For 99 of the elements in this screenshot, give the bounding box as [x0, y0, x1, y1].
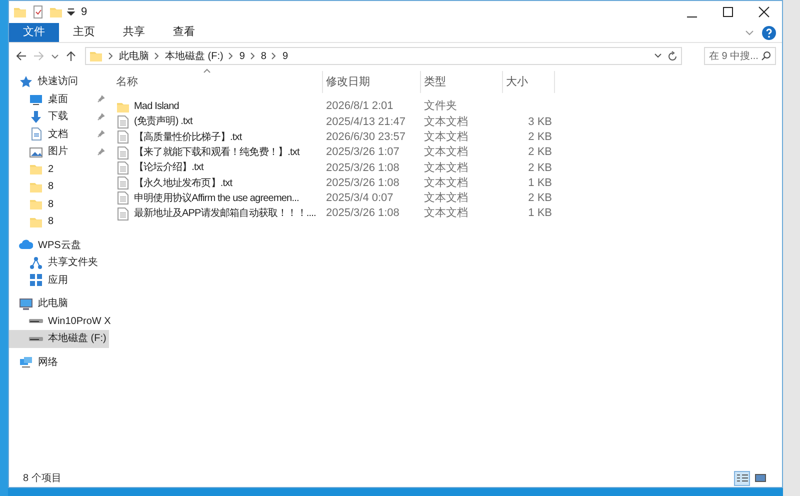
folder-icon	[29, 162, 43, 176]
up-arrow-icon[interactable]	[65, 50, 77, 62]
table-cell: 2026/8/1 2:01	[326, 100, 394, 112]
table-cell: 文本文档	[424, 116, 468, 128]
breadcrumb-item[interactable]: 此电脑	[119, 48, 149, 64]
ribbon-tab[interactable]: 共享	[109, 23, 159, 42]
chevron-right-icon[interactable]	[271, 52, 278, 60]
table-cell-text: 2 KB	[528, 160, 552, 176]
monitor-icon	[29, 92, 43, 106]
folder-icon	[29, 197, 43, 212]
clipboard-icon[interactable]	[31, 5, 45, 19]
nav-item[interactable]: 8	[9, 196, 109, 213]
details-view-button[interactable]	[734, 470, 750, 486]
close-button[interactable]	[758, 6, 770, 18]
nav-item[interactable]: 下载	[9, 108, 109, 126]
nav-item[interactable]: 文档	[9, 126, 109, 143]
column-header[interactable]: 名称	[113, 71, 323, 93]
file-menu-button[interactable]: 文件	[9, 23, 59, 42]
file-name[interactable]: (免责声明) .txt	[134, 114, 192, 130]
table-cell-text: 1 KB	[528, 176, 552, 191]
table-cell: 文件夹	[424, 100, 457, 112]
nav-item[interactable]: 8	[9, 178, 109, 196]
refresh-icon[interactable]	[667, 50, 678, 62]
chevron-right-icon[interactable]	[228, 52, 234, 60]
help-icon[interactable]	[762, 26, 776, 40]
table-cell: 2025/3/4 0:07	[326, 192, 394, 204]
search-field[interactable]: 在 9 中搜...	[704, 47, 776, 65]
computer-icon	[19, 296, 33, 311]
nav-item[interactable]: 图片	[9, 143, 109, 160]
text-file-icon	[116, 114, 130, 129]
nav-item[interactable]: 共享文件夹	[9, 254, 109, 272]
file-name[interactable]: 【论坛介绍】.txt	[134, 160, 204, 176]
text-file-icon	[116, 146, 130, 160]
ribbon-tab[interactable]: 查看	[159, 23, 209, 42]
column-header[interactable]: 修改日期	[323, 71, 421, 93]
window-title: 9	[81, 4, 88, 20]
chevron-down-icon[interactable]	[654, 52, 662, 60]
details-view-icon	[736, 474, 748, 482]
table-cell: 2025/4/13 21:47	[326, 116, 406, 128]
text-file-icon	[116, 191, 130, 206]
text-file-icon	[116, 130, 130, 144]
table-cell: 文本文档	[424, 146, 468, 158]
nav-item[interactable]: Win10ProW X	[9, 312, 109, 330]
table-cell: 文本文档	[424, 207, 468, 220]
breadcrumb-item[interactable]: 9	[239, 48, 245, 64]
table-cell: 文本文档	[424, 131, 468, 143]
star-icon	[19, 74, 33, 89]
nav-item[interactable]: 2	[9, 160, 109, 178]
table-cell: 2025/3/26 1:08	[326, 162, 400, 174]
column-header[interactable]: 大小	[503, 71, 555, 93]
table-cell: 2026/6/30 23:57	[326, 131, 406, 143]
breadcrumb-item[interactable]: 9	[282, 48, 288, 64]
maximize-button[interactable]	[722, 6, 734, 18]
file-name[interactable]: 【来了就能下载和观看！纯免费！】.txt	[134, 145, 300, 160]
image-icon	[29, 144, 43, 159]
nav-item[interactable]: 快速访问	[9, 73, 109, 90]
chevron-right-icon[interactable]	[108, 52, 114, 60]
table-cell: 2025/3/26 1:08	[326, 176, 400, 189]
nav-item[interactable]: 桌面	[9, 90, 109, 108]
file-name[interactable]: Mad Island	[134, 99, 179, 114]
ribbon-tab[interactable]: 主页	[59, 23, 109, 42]
table-cell: 2025/3/26 1:07	[326, 146, 400, 158]
chevron-right-icon[interactable]	[250, 52, 256, 60]
network-icon	[19, 355, 33, 370]
large-icons-view-icon	[754, 474, 766, 482]
nav-item[interactable]: 此电脑	[9, 295, 109, 312]
nav-item[interactable]: WPS云盘	[9, 236, 109, 254]
file-name[interactable]: 【高质量性价比梯子】.txt	[134, 130, 242, 145]
text-file-icon	[116, 206, 130, 221]
table-cell-text: 2 KB	[528, 130, 552, 145]
item-count: 8 个项目	[23, 472, 62, 486]
document-icon	[29, 127, 43, 142]
column-header[interactable]: 类型	[421, 71, 503, 93]
table-cell-text: 1 KB	[528, 206, 552, 222]
folder-icon	[89, 49, 103, 63]
table-cell: 文本文档	[424, 162, 468, 174]
text-file-icon	[116, 176, 130, 190]
file-name[interactable]: 申明使用协议Affirm the use agreemen...	[134, 190, 299, 206]
text-file-icon	[116, 160, 130, 175]
table-cell-text: 2 KB	[528, 145, 552, 160]
nav-item[interactable]: 网络	[9, 354, 109, 371]
apps-icon	[29, 273, 43, 288]
file-name[interactable]: 【永久地址发布页】.txt	[134, 176, 232, 191]
nav-item[interactable]: 8	[9, 213, 109, 230]
table-cell-text: 2 KB	[528, 191, 552, 206]
breadcrumb-item[interactable]: 8	[260, 48, 266, 64]
breadcrumb-item[interactable]: 本地磁盘 (F:)	[165, 48, 224, 64]
search-icon[interactable]	[761, 51, 771, 61]
table-cell: 文本文档	[424, 176, 468, 189]
table-cell: 2025/3/26 1:08	[326, 207, 400, 220]
download-icon	[29, 110, 43, 124]
back-arrow-icon[interactable]	[15, 50, 27, 62]
table-cell: 文本文档	[424, 192, 468, 204]
nav-item[interactable]: 本地磁盘 (F:)	[9, 330, 109, 348]
chevron-right-icon[interactable]	[154, 52, 160, 60]
share-icon	[29, 256, 43, 270]
file-name[interactable]: 最新地址及APP请发邮箱自动获取！！！....	[134, 206, 316, 222]
table-cell-text: 3 KB	[528, 114, 552, 130]
nav-item[interactable]: 应用	[9, 272, 109, 289]
